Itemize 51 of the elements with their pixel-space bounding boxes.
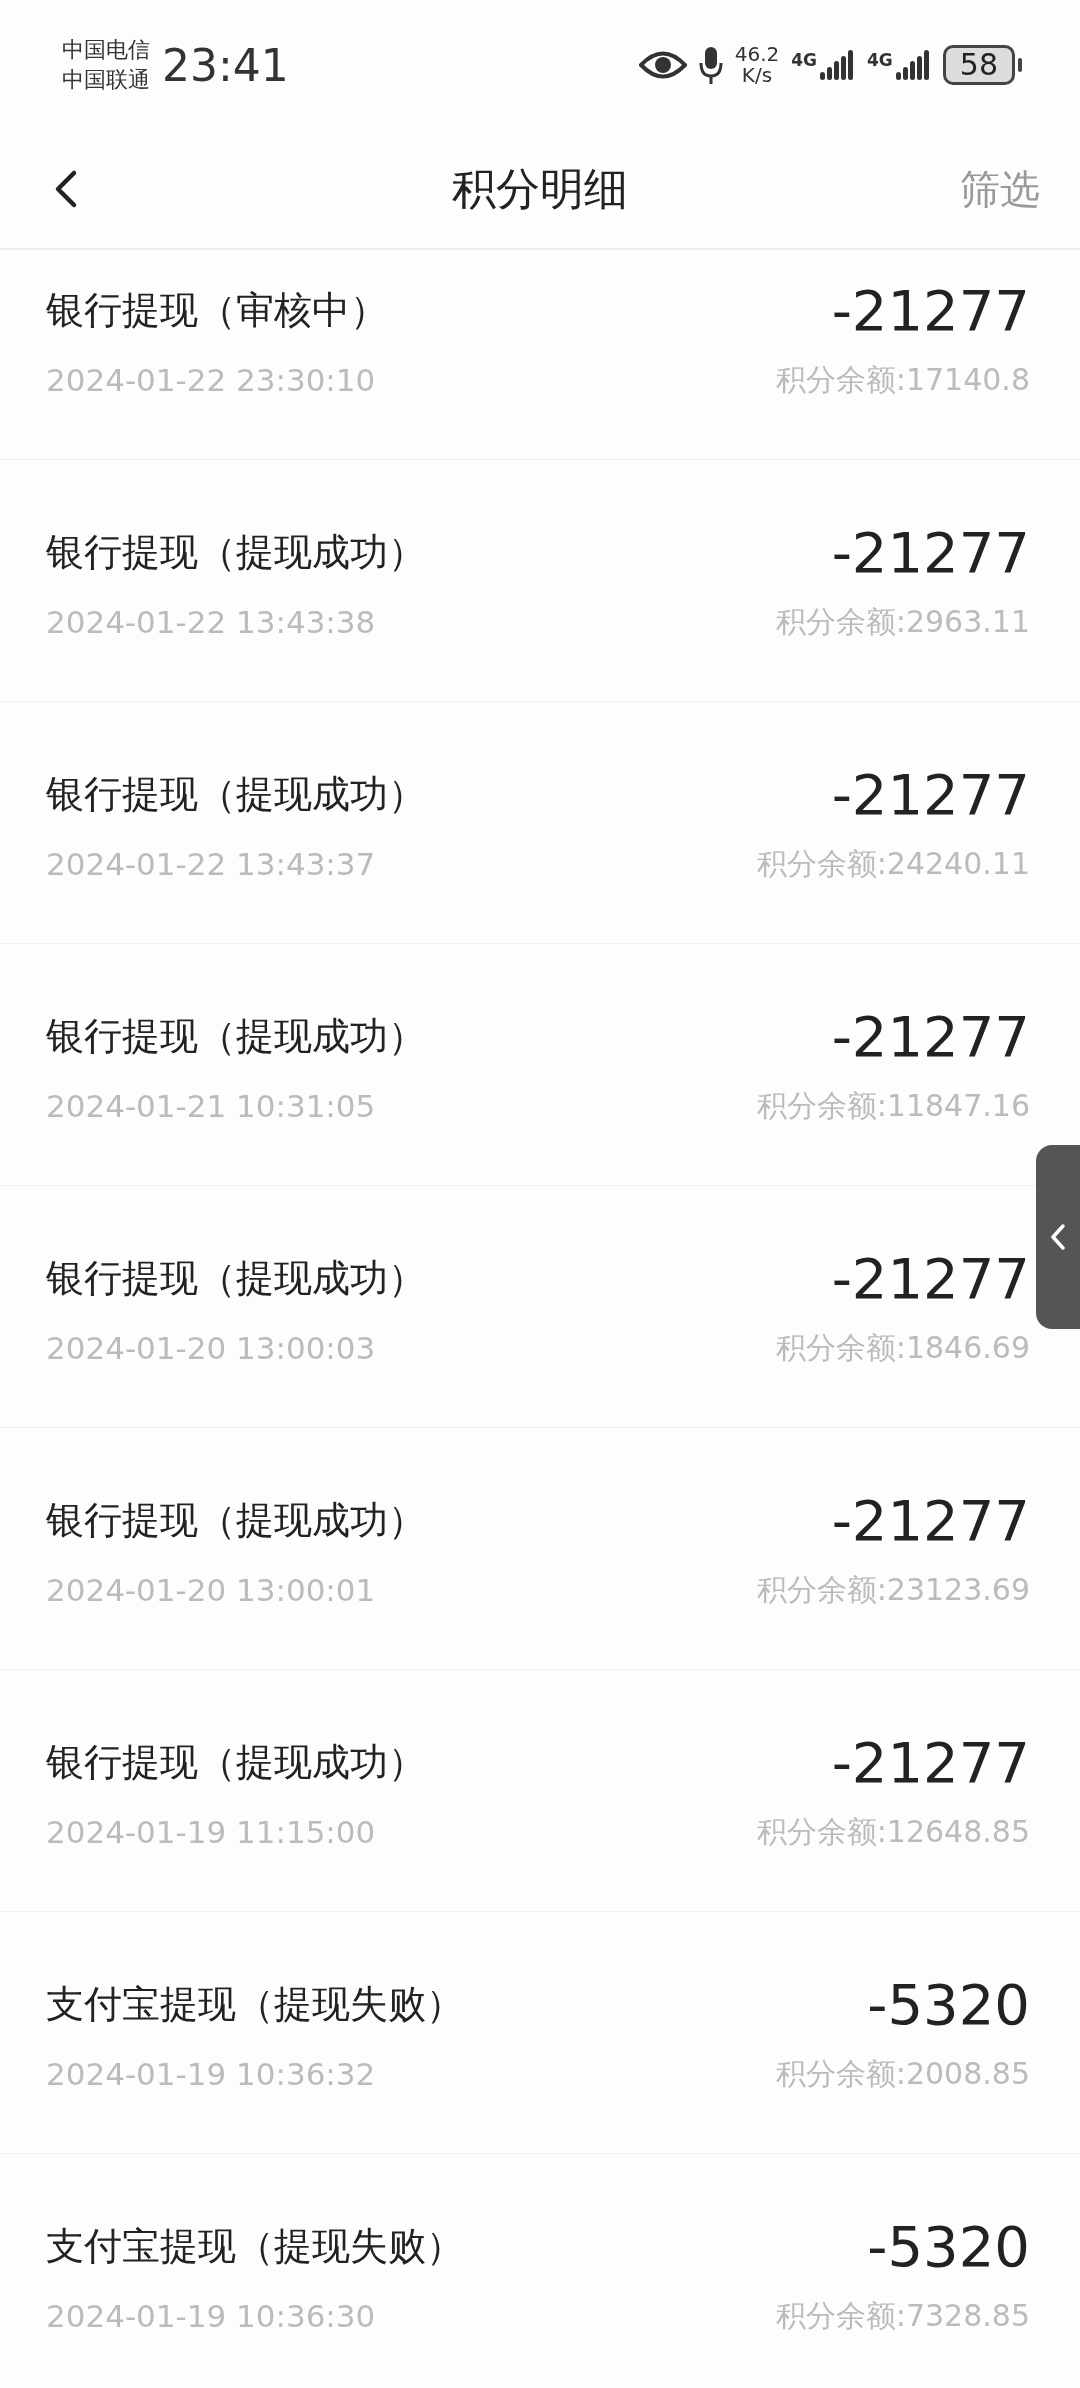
points-amount: -21277 <box>831 1003 1030 1069</box>
points-balance: 积分余额:12648.85 <box>756 1812 1030 1851</box>
record-title: 银行提现（提现成功） <box>46 1012 427 1060</box>
record-time: 2024-01-22 23:30:10 <box>46 362 377 398</box>
points-amount: -5320 <box>867 1971 1030 2037</box>
clock: 23:41 <box>162 39 289 91</box>
record-title: 支付宝提现（提现失败） <box>46 2222 465 2270</box>
record-time: 2024-01-21 10:31:05 <box>46 1088 377 1124</box>
record-title: 银行提现（提现成功） <box>46 528 427 576</box>
signal-icon <box>894 50 931 80</box>
network-type: 4G <box>867 50 893 70</box>
points-amount: -21277 <box>831 1245 1030 1311</box>
record-time: 2024-01-22 13:43:37 <box>46 846 377 882</box>
network-speed: K/s <box>741 65 773 86</box>
microphone-icon <box>698 46 723 84</box>
points-balance: 积分余额:7328.85 <box>775 2296 1030 2335</box>
points-balance: 积分余额:11847.16 <box>756 1086 1030 1125</box>
record-time: 2024-01-20 13:00:01 <box>46 1572 377 1608</box>
points-balance: 积分余额:2008.85 <box>775 2054 1030 2093</box>
record-title: 银行提现（提现成功） <box>46 1496 427 1544</box>
points-balance: 积分余额:1846.69 <box>775 1328 1030 1367</box>
points-amount: -21277 <box>831 519 1030 585</box>
page-title: 积分明细 <box>452 161 628 216</box>
record-time: 2024-01-22 13:43:38 <box>46 604 377 640</box>
record-title: 银行提现（审核中） <box>46 286 389 334</box>
eye-icon <box>638 50 687 80</box>
network-speed: 46.2 <box>734 44 780 65</box>
points-balance: 积分余额:2963.11 <box>775 602 1030 641</box>
points-balance: 积分余额:24240.11 <box>756 844 1030 883</box>
side-panel-handle[interactable] <box>1036 1145 1080 1329</box>
signal-icon <box>819 50 855 80</box>
record-title: 支付宝提现（提现失败） <box>46 1980 465 2028</box>
points-amount: -5320 <box>867 2213 1030 2279</box>
network-type: 4G <box>791 50 817 70</box>
points-amount: -21277 <box>831 1487 1030 1553</box>
carrier-name: 中国联通 <box>62 66 150 94</box>
record-time: 2024-01-19 10:36:32 <box>46 2056 377 2092</box>
points-amount: -21277 <box>831 1729 1030 1795</box>
points-balance: 积分余额:23123.69 <box>756 1570 1030 1609</box>
record-title: 银行提现（提现成功） <box>46 1254 427 1302</box>
points-amount: -21277 <box>831 761 1030 827</box>
record-time: 2024-01-19 10:36:30 <box>46 2298 377 2334</box>
record-time: 2024-01-20 13:00:03 <box>46 1330 377 1366</box>
points-balance: 积分余额:17140.8 <box>775 360 1030 399</box>
filter-button[interactable]: 筛选 <box>960 161 1040 217</box>
record-title: 银行提现（提现成功） <box>46 1738 427 1786</box>
record-title: 银行提现（提现成功） <box>46 770 427 818</box>
chevron-left-icon <box>1049 1223 1067 1251</box>
carrier-name: 中国电信 <box>62 36 150 64</box>
points-amount: -21277 <box>831 277 1030 343</box>
record-time: 2024-01-19 11:15:00 <box>46 1814 377 1850</box>
